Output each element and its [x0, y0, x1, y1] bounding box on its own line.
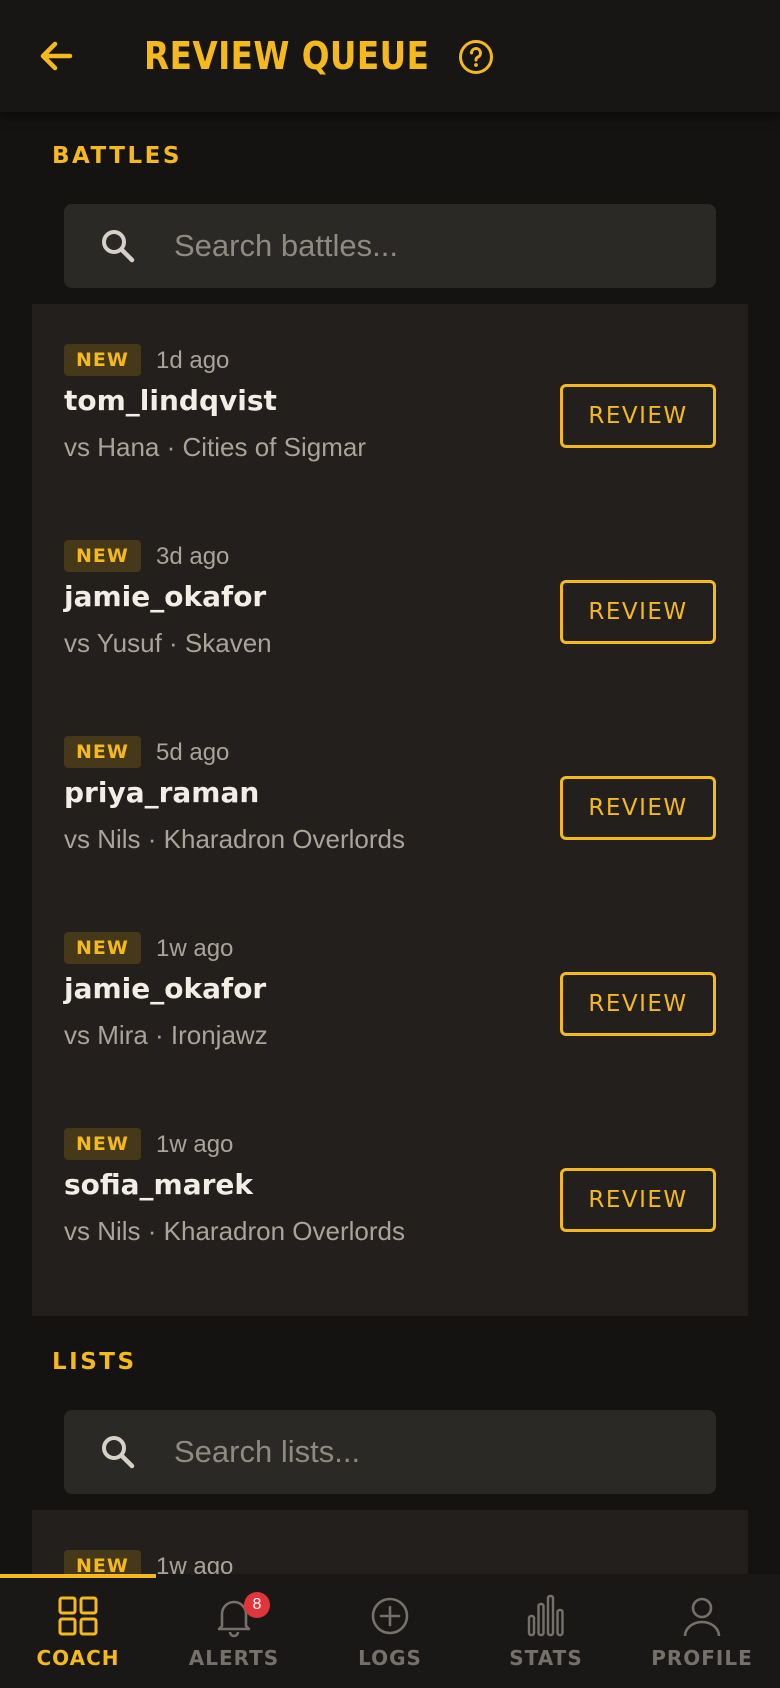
battle-player: jamie_okafor: [64, 972, 267, 1005]
arrow-left-icon: [40, 41, 73, 71]
top-app-bar: REVIEW QUEUE: [0, 0, 780, 112]
battle-player: priya_raman: [64, 776, 260, 809]
plus-circle-icon: [371, 1597, 409, 1635]
nav-label: LOGS: [358, 1646, 422, 1670]
lists-section-title: LISTS: [52, 1349, 137, 1375]
battle-age: 1w ago: [156, 935, 234, 962]
bottom-nav: COACH 8 ALERTS LOGS STATS PROFILE: [0, 1574, 780, 1688]
review-button[interactable]: REVIEW: [560, 972, 716, 1036]
battle-row: NEW 1d ago tom_lindqvist vs Hana · Citie…: [32, 344, 748, 540]
new-badge: NEW: [64, 540, 141, 572]
battle-matchup: vs Nils · Kharadron Overlords: [64, 824, 405, 854]
lists-search-input[interactable]: [174, 1410, 694, 1494]
battle-age: 3d ago: [156, 543, 230, 570]
page-title: REVIEW QUEUE: [144, 34, 430, 78]
nav-profile[interactable]: PROFILE: [624, 1574, 780, 1688]
lists-search[interactable]: [64, 1410, 716, 1494]
nav-label: STATS: [509, 1646, 583, 1670]
battle-matchup: vs Hana · Cities of Sigmar: [64, 432, 366, 462]
battle-matchup: vs Nils · Kharadron Overlords: [64, 1216, 405, 1246]
battle-age: 1w ago: [156, 1131, 234, 1158]
new-badge: NEW: [64, 1128, 141, 1160]
battle-row: NEW 3d ago jamie_okafor vs Yusuf · Skave…: [32, 540, 748, 736]
new-badge: NEW: [64, 932, 141, 964]
nav-alerts[interactable]: 8 ALERTS: [156, 1574, 312, 1688]
nav-label: COACH: [36, 1646, 120, 1670]
battle-player: tom_lindqvist: [64, 384, 277, 417]
review-button[interactable]: REVIEW: [560, 776, 716, 840]
user-icon: [683, 1597, 721, 1637]
battle-age: 5d ago: [156, 739, 230, 766]
nav-logs[interactable]: LOGS: [312, 1574, 468, 1688]
review-button[interactable]: REVIEW: [560, 580, 716, 644]
help-circle-icon: [459, 40, 493, 74]
review-button[interactable]: REVIEW: [560, 1168, 716, 1232]
new-badge: NEW: [64, 736, 141, 768]
back-button[interactable]: [30, 30, 82, 82]
battles-section-title: BATTLES: [52, 143, 182, 169]
battle-row: NEW 1w ago jamie_okafor vs Mira · Ironja…: [32, 932, 748, 1128]
battle-matchup: vs Mira · Ironjawz: [64, 1020, 268, 1050]
battle-row: NEW 1w ago sofia_marek vs Nils · Kharadr…: [32, 1128, 748, 1324]
search-icon: [102, 230, 135, 263]
battle-age: 1d ago: [156, 347, 230, 374]
search-icon: [102, 1436, 135, 1469]
nav-label: ALERTS: [188, 1646, 280, 1670]
alerts-count-badge: 8: [244, 1592, 270, 1618]
battles-list: NEW 1d ago tom_lindqvist vs Hana · Citie…: [32, 304, 748, 1316]
review-button[interactable]: REVIEW: [560, 384, 716, 448]
battle-row: NEW 5d ago priya_raman vs Nils · Kharadr…: [32, 736, 748, 932]
battles-search-input[interactable]: [174, 204, 694, 288]
battle-matchup: vs Yusuf · Skaven: [64, 628, 272, 658]
nav-stats[interactable]: STATS: [468, 1574, 624, 1688]
grid-icon: [58, 1596, 98, 1636]
new-badge: NEW: [64, 344, 141, 376]
bar-chart-icon: [527, 1594, 564, 1637]
help-button[interactable]: [454, 35, 498, 79]
battles-search[interactable]: [64, 204, 716, 288]
battle-player: jamie_okafor: [64, 580, 267, 613]
nav-label: PROFILE: [651, 1646, 753, 1670]
battle-player: sofia_marek: [64, 1168, 254, 1201]
nav-coach[interactable]: COACH: [0, 1574, 156, 1688]
